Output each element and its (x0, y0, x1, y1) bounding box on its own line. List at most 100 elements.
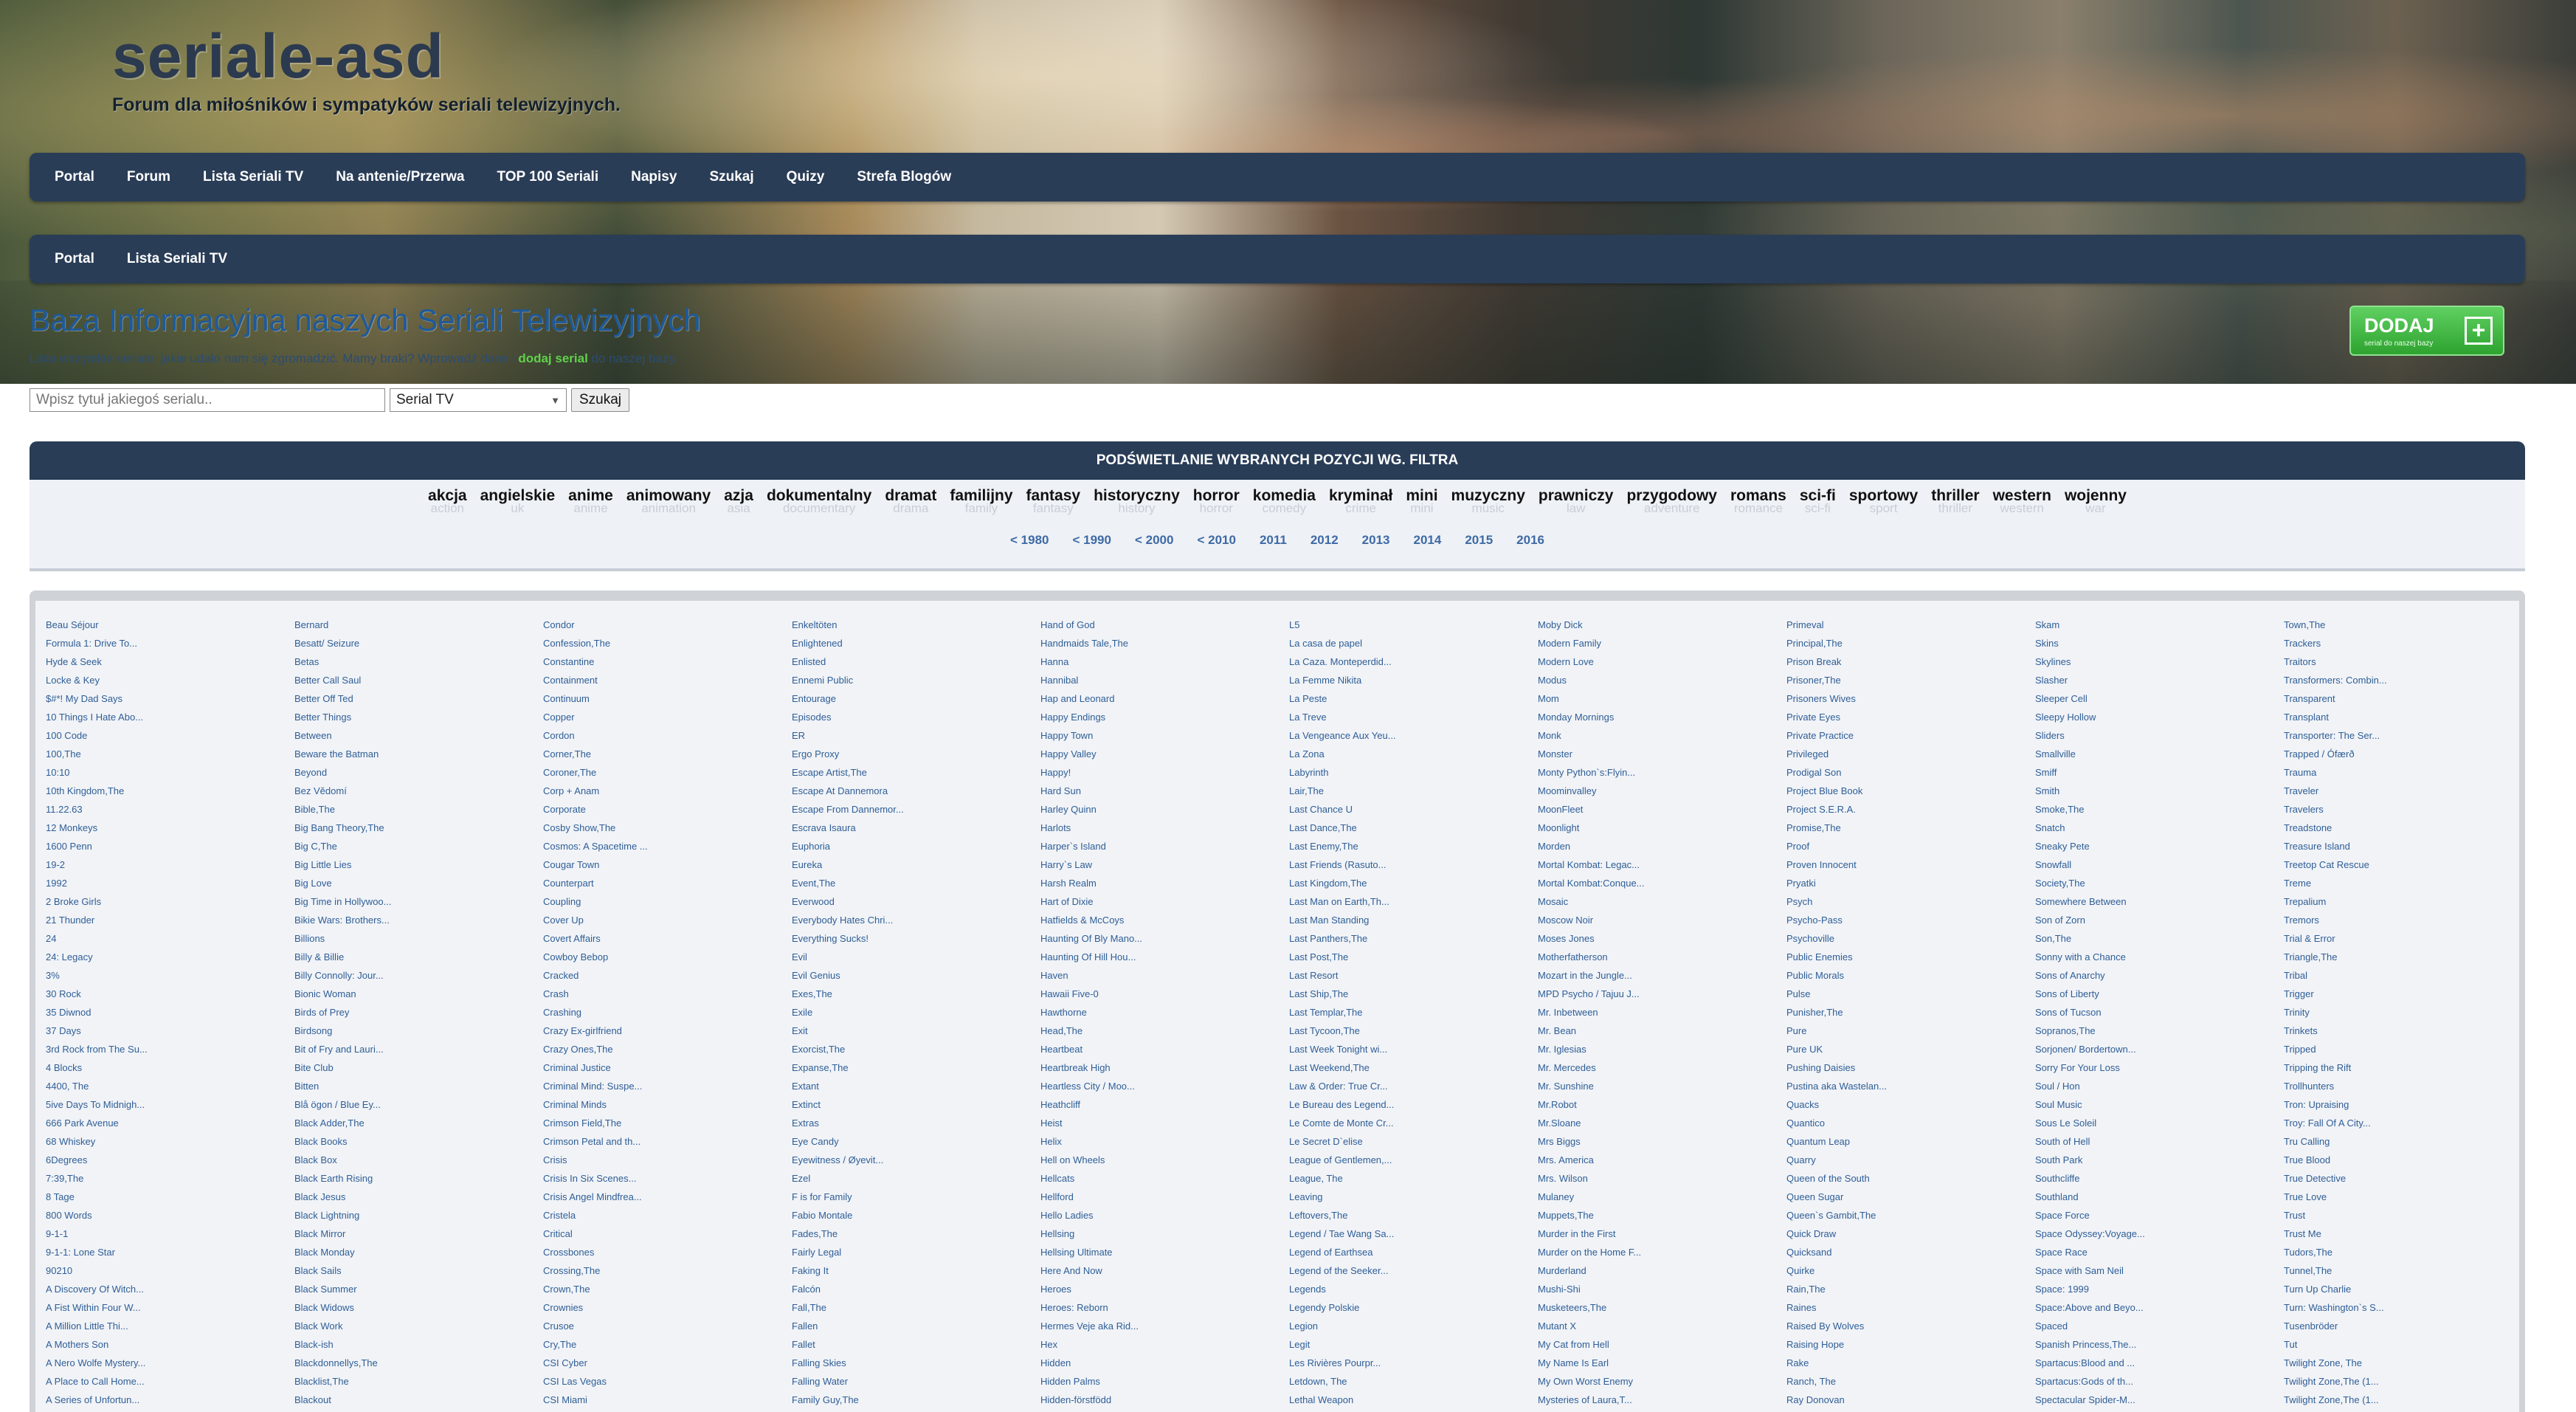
series-link[interactable]: Harper`s Island (1040, 837, 1289, 855)
series-link[interactable]: Happy! (1040, 763, 1289, 782)
series-link[interactable]: Tremors (2284, 911, 2532, 929)
genre-filter-komedia[interactable]: komedia comedy (1253, 487, 1316, 514)
series-link[interactable]: Hermes Veje aka Rid... (1040, 1317, 1289, 1335)
nav-na-antenie[interactable]: Na antenie/Przerwa (336, 169, 464, 185)
series-link[interactable]: CSI Miami (543, 1391, 792, 1409)
series-link[interactable]: Last Enemy,The (1289, 837, 1538, 855)
series-link[interactable]: Cosby Show,The (543, 819, 792, 837)
series-link[interactable]: Hart of Dixie (1040, 892, 1289, 911)
year-filter[interactable]: < 1980 (1010, 533, 1049, 548)
series-link[interactable]: Sliders (2035, 726, 2284, 745)
series-link[interactable]: Bitten (294, 1077, 543, 1095)
series-link[interactable]: Sopranos,The (2035, 1022, 2284, 1040)
series-link[interactable]: Fallet (792, 1335, 1040, 1354)
series-link[interactable]: Pryatki (1786, 874, 2035, 892)
series-link[interactable]: 7:39,The (46, 1169, 294, 1188)
series-link[interactable]: Cosmos: A Spacetime ... (543, 837, 792, 855)
series-link[interactable]: League of Gentlemen,... (1289, 1151, 1538, 1169)
series-link[interactable]: Black Monday (294, 1243, 543, 1261)
series-link[interactable]: 9-1-1: Lone Star (46, 1243, 294, 1261)
series-link[interactable]: Sous Le Soleil (2035, 1114, 2284, 1132)
series-link[interactable]: Haunting Of Hill Hou... (1040, 948, 1289, 966)
series-link[interactable]: Traveler (2284, 782, 2532, 800)
series-link[interactable]: Bit of Fry and Lauri... (294, 1040, 543, 1058)
series-link[interactable]: Moominvalley (1538, 782, 1786, 800)
series-link[interactable]: Private Eyes (1786, 708, 2035, 726)
series-link[interactable]: 90210 (46, 1261, 294, 1280)
year-filter[interactable]: 2014 (1414, 533, 1442, 548)
series-link[interactable]: F is for Family (792, 1188, 1040, 1206)
series-link[interactable]: Legion (1289, 1317, 1538, 1335)
series-link[interactable]: 6Degrees (46, 1151, 294, 1169)
series-link[interactable]: Containment (543, 671, 792, 689)
series-link[interactable]: Mushi-Shi (1538, 1280, 1786, 1298)
series-link[interactable]: Happy Endings (1040, 708, 1289, 726)
series-link[interactable]: Rain,The (1786, 1280, 2035, 1298)
series-link[interactable]: Condor (543, 616, 792, 634)
series-link[interactable]: MoonFleet (1538, 800, 1786, 819)
series-link[interactable]: Crisis In Six Scenes... (543, 1169, 792, 1188)
series-link[interactable]: A Place to Call Home... (46, 1372, 294, 1391)
series-link[interactable]: Cracked (543, 966, 792, 985)
series-link[interactable]: Beyond (294, 763, 543, 782)
series-link[interactable]: A Nero Wolfe Mystery... (46, 1354, 294, 1372)
series-link[interactable]: Counterpart (543, 874, 792, 892)
search-input[interactable] (30, 388, 385, 412)
series-link[interactable]: Legend of the Seeker... (1289, 1261, 1538, 1280)
series-link[interactable]: Twilight Zone,The (1... (2284, 1372, 2532, 1391)
series-link[interactable]: Enlisted (792, 652, 1040, 671)
series-link[interactable]: Black Sails (294, 1261, 543, 1280)
series-link[interactable]: Escape Artist,The (792, 763, 1040, 782)
series-link[interactable]: Project S.E.R.A. (1786, 800, 2035, 819)
series-link[interactable]: Law & Order: True Cr... (1289, 1077, 1538, 1095)
series-link[interactable]: Ennemi Public (792, 671, 1040, 689)
series-link[interactable]: Ranch, The (1786, 1372, 2035, 1391)
genre-filter-sportowy[interactable]: sportowy sport (1849, 487, 1918, 514)
series-link[interactable]: Tut (2284, 1335, 2532, 1354)
series-link[interactable]: 8 Tage (46, 1188, 294, 1206)
series-link[interactable]: Blacklist,The (294, 1372, 543, 1391)
series-link[interactable]: Escape At Dannemora (792, 782, 1040, 800)
series-link[interactable]: La Femme Nikita (1289, 671, 1538, 689)
series-link[interactable]: Escape From Dannemor... (792, 800, 1040, 819)
series-link[interactable]: Hex (1040, 1335, 1289, 1354)
series-link[interactable]: Public Enemies (1786, 948, 2035, 966)
series-link[interactable]: Last Kingdom,The (1289, 874, 1538, 892)
series-link[interactable]: A Fist Within Four W... (46, 1298, 294, 1317)
series-link[interactable]: Tripped (2284, 1040, 2532, 1058)
series-link[interactable]: Mr. Sunshine (1538, 1077, 1786, 1095)
series-link[interactable]: Heartless City / Moo... (1040, 1077, 1289, 1095)
series-link[interactable]: Hellcats (1040, 1169, 1289, 1188)
series-link[interactable]: 10th Kingdom,The (46, 782, 294, 800)
series-link[interactable]: Euphoria (792, 837, 1040, 855)
nav-napisy[interactable]: Napisy (631, 169, 677, 185)
series-link[interactable]: True Blood (2284, 1151, 2532, 1169)
series-link[interactable]: Birdsong (294, 1022, 543, 1040)
series-link[interactable]: Pustina aka Wastelan... (1786, 1077, 2035, 1095)
series-link[interactable]: Corner,The (543, 745, 792, 763)
series-link[interactable]: Legend / Tae Wang Sa... (1289, 1225, 1538, 1243)
series-link[interactable]: Space: 1999 (2035, 1280, 2284, 1298)
genre-filter-fantasy[interactable]: fantasy fantasy (1026, 487, 1081, 514)
series-link[interactable]: Raising Hope (1786, 1335, 2035, 1354)
series-link[interactable]: Smiff (2035, 763, 2284, 782)
series-link[interactable]: Ray Donovan (1786, 1391, 2035, 1409)
series-link[interactable]: Hand of God (1040, 616, 1289, 634)
series-link[interactable]: Evil (792, 948, 1040, 966)
series-link[interactable]: Traitors (2284, 652, 2532, 671)
series-link[interactable]: Event,The (792, 874, 1040, 892)
series-link[interactable]: Crusoe (543, 1317, 792, 1335)
year-filter[interactable]: 2012 (1311, 533, 1339, 548)
series-link[interactable]: Big C,The (294, 837, 543, 855)
nav-quizy[interactable]: Quizy (787, 169, 825, 185)
series-link[interactable]: Hidden-förstfödd (1040, 1391, 1289, 1409)
series-link[interactable]: A Mothers Son (46, 1335, 294, 1354)
series-link[interactable]: Crossing,The (543, 1261, 792, 1280)
genre-filter-romans[interactable]: romans romance (1730, 487, 1786, 514)
series-link[interactable]: Crownies (543, 1298, 792, 1317)
series-link[interactable]: $#*! My Dad Says (46, 689, 294, 708)
genre-filter-animowany[interactable]: animowany animation (626, 487, 711, 514)
series-link[interactable]: L5 (1289, 616, 1538, 634)
series-link[interactable]: Trepalium (2284, 892, 2532, 911)
series-link[interactable]: 800 Words (46, 1206, 294, 1225)
